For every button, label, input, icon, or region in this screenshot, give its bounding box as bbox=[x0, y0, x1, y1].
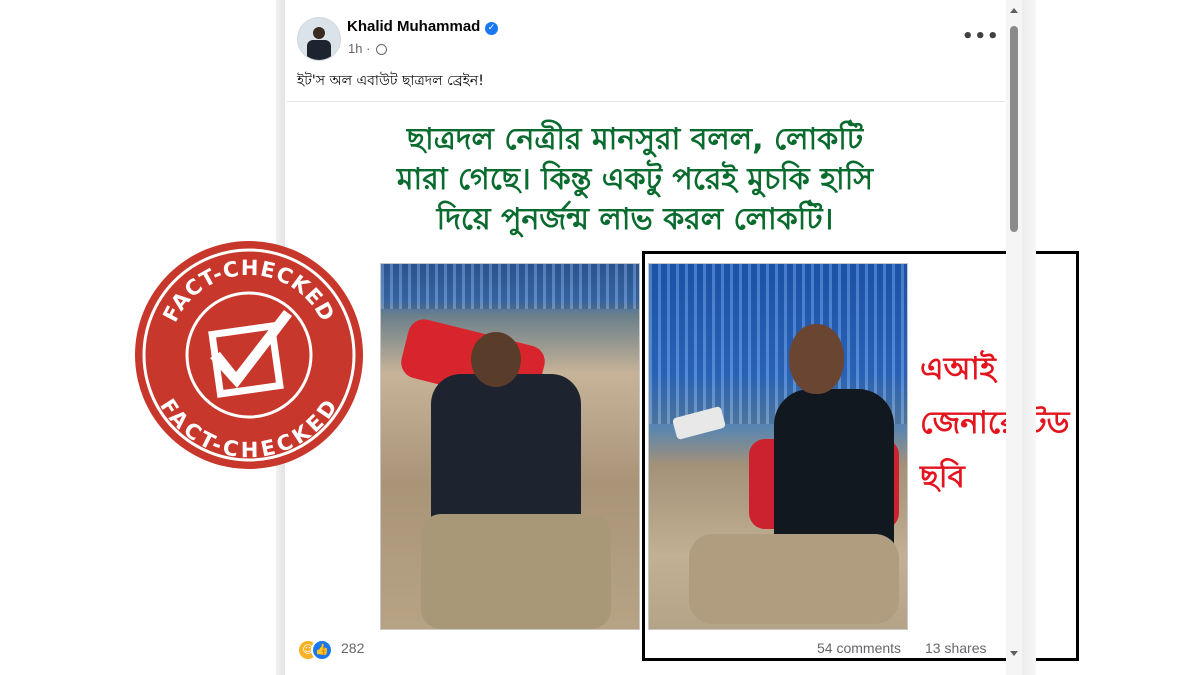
avatar-body bbox=[307, 40, 331, 60]
image-headline: ছাত্রদল নেত্রীর মানসুরা বলল, লোকটি মারা … bbox=[360, 120, 910, 240]
ai-generated-label: এআই জেনারেটেড ছবি bbox=[920, 342, 1090, 504]
author-name[interactable]: Khalid Muhammad bbox=[347, 18, 480, 35]
comments-count[interactable]: 54 comments bbox=[817, 640, 901, 656]
photo-lying-man[interactable] bbox=[380, 263, 640, 630]
like-reaction-icon: 👍 bbox=[311, 639, 333, 661]
scrollbar-thumb[interactable] bbox=[1010, 26, 1018, 232]
tin-wall bbox=[381, 264, 639, 309]
ai-label-line-1: এআই bbox=[920, 351, 996, 387]
headline-line-1: ছাত্রদল নেত্রীর মানসুরা বলল, লোকটি bbox=[406, 122, 864, 157]
scroll-down-arrow-icon[interactable] bbox=[1010, 651, 1018, 656]
avatar-head bbox=[313, 27, 325, 39]
headline-line-3: দিয়ে পুনর্জন্ম লাভ করল লোকটি। bbox=[436, 202, 834, 237]
post-time[interactable]: 1h · bbox=[348, 41, 370, 56]
author-avatar[interactable] bbox=[297, 17, 341, 61]
scroll-up-arrow-icon[interactable] bbox=[1010, 8, 1018, 13]
page-right-shadow bbox=[1022, 0, 1036, 675]
shares-count[interactable]: 13 shares bbox=[925, 640, 986, 656]
fact-checked-stamp: FACT-CHECKED FACT-CHECKED bbox=[135, 241, 363, 469]
man-face bbox=[471, 332, 521, 387]
more-options-button[interactable]: ••• bbox=[962, 26, 1000, 47]
man-pants bbox=[421, 514, 611, 629]
ai-label-line-2: জেনারেটেড bbox=[920, 405, 1070, 441]
globe-icon bbox=[376, 44, 387, 55]
post-caption: ইট'স অল এবাউট ছাত্রদল ব্রেইন! bbox=[297, 73, 484, 89]
divider bbox=[287, 101, 1005, 102]
verified-badge-icon: ✓ bbox=[485, 22, 498, 35]
vertical-scrollbar[interactable] bbox=[1006, 0, 1022, 675]
reaction-count[interactable]: 282 bbox=[341, 640, 364, 656]
headline-line-2: মারা গেছে। কিন্তু একটু পরেই মুচকি হাসি bbox=[396, 162, 874, 197]
ai-label-line-3: ছবি bbox=[920, 459, 965, 495]
